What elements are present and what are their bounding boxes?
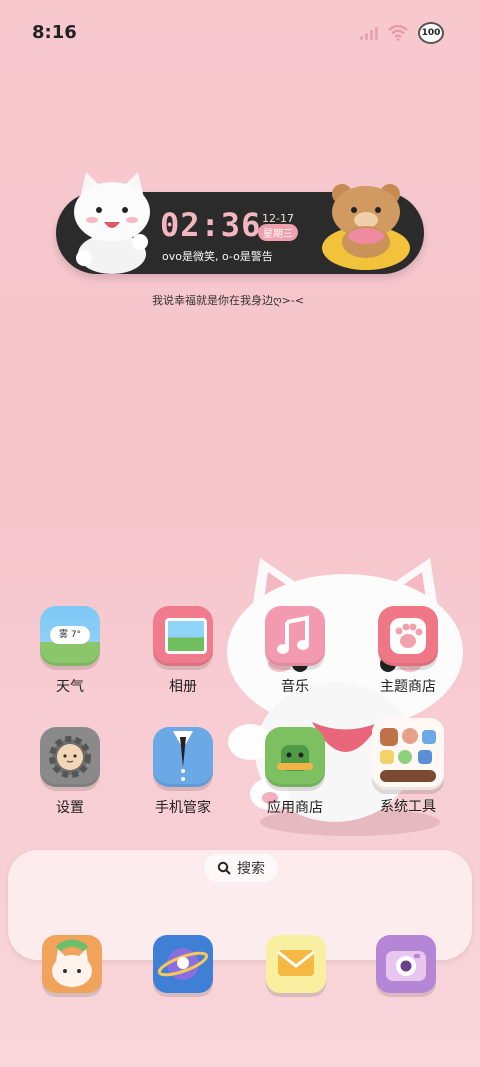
app-theme-store[interactable]: 主题商店 bbox=[363, 606, 453, 696]
settings-icon bbox=[40, 727, 100, 787]
bear-mascot-icon bbox=[322, 184, 410, 270]
clock-widget[interactable]: 02:36 12-17 星期三 ovo是微笑, o-o是警告 bbox=[56, 172, 424, 274]
phone-manager-icon bbox=[153, 727, 213, 787]
phone-icon[interactable] bbox=[42, 935, 102, 993]
app-label: 音乐 bbox=[281, 679, 309, 695]
widget-tagline: 我说幸福就是你在我身边ღ>-< bbox=[152, 294, 305, 307]
app-label: 手机管家 bbox=[155, 800, 211, 816]
theme-store-icon bbox=[378, 606, 438, 666]
music-icon bbox=[265, 606, 325, 666]
system-tools-folder-icon bbox=[372, 718, 444, 790]
search-button[interactable]: 搜索 bbox=[204, 854, 278, 882]
widget-motto: ovo是微笑, o-o是警告 bbox=[162, 250, 273, 263]
app-settings[interactable]: 设置 bbox=[25, 727, 115, 817]
app-label: 应用商店 bbox=[267, 800, 323, 816]
battery-icon: 100 bbox=[418, 22, 444, 44]
app-store-icon bbox=[265, 727, 325, 787]
status-time: 8:16 bbox=[32, 22, 77, 43]
gallery-icon bbox=[153, 606, 213, 666]
app-label: 主题商店 bbox=[380, 679, 436, 695]
app-music[interactable]: 音乐 bbox=[250, 606, 340, 696]
app-phone-manager[interactable]: 手机管家 bbox=[138, 727, 228, 817]
browser-icon[interactable] bbox=[153, 935, 213, 993]
signal-icon bbox=[360, 26, 378, 40]
app-system-tools[interactable]: 系统工具 bbox=[363, 718, 453, 816]
app-gallery[interactable]: 相册 bbox=[138, 606, 228, 696]
search-label: 搜索 bbox=[237, 861, 265, 877]
cat-mascot-icon bbox=[74, 172, 150, 274]
app-label: 天气 bbox=[56, 679, 84, 695]
app-label: 系统工具 bbox=[380, 799, 436, 815]
clock-weekday: 星期三 bbox=[258, 224, 298, 241]
app-label: 设置 bbox=[56, 800, 84, 816]
clock-time: 02:36 bbox=[160, 206, 262, 244]
camera-icon[interactable] bbox=[376, 935, 436, 993]
status-icons: 100 bbox=[360, 22, 444, 44]
search-icon bbox=[217, 861, 231, 875]
weather-icon: 雾 7° bbox=[40, 606, 100, 666]
wifi-icon bbox=[388, 25, 408, 41]
app-weather[interactable]: 雾 7° 天气 bbox=[25, 606, 115, 696]
messages-icon[interactable] bbox=[266, 935, 326, 993]
app-label: 相册 bbox=[169, 679, 197, 695]
app-app-store[interactable]: 应用商店 bbox=[250, 727, 340, 817]
